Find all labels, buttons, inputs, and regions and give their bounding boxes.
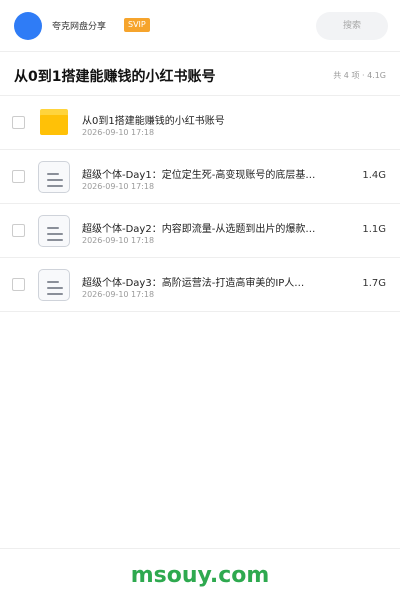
file-list: 从0到1搭建能赚钱的小红书账号 2026-09-10 17:18 超级个体-Da… — [0, 96, 400, 312]
watermark-text: msouy.com — [130, 563, 270, 588]
document-icon — [37, 268, 71, 302]
file-date: 2026-09-10 17:18 — [82, 128, 155, 137]
file-name[interactable]: 超级个体-Day2：内容即流量-从选题到出片的爆款… — [82, 220, 344, 235]
sharer-name: 夸克网盘分享 — [52, 22, 107, 32]
page-title: 从0到1搭建能赚钱的小红书账号 — [14, 69, 216, 85]
document-icon — [37, 160, 71, 194]
file-name[interactable]: 超级个体-Day1：定位定生死-高变现账号的底层基… — [82, 166, 344, 181]
file-date: 2026-09-10 17:18 — [82, 182, 155, 191]
svip-badge: SVIP — [124, 18, 150, 32]
file-date: 2026-09-10 17:18 — [82, 236, 155, 245]
share-title-bar: 从0到1搭建能赚钱的小红书账号 共 4 项 · 4.1G — [0, 52, 400, 96]
list-item[interactable]: 超级个体-Day1：定位定生死-高变现账号的底层基… 2026-09-10 17… — [0, 150, 400, 204]
list-item[interactable]: 超级个体-Day2：内容即流量-从选题到出片的爆款… 2026-09-10 17… — [0, 204, 400, 258]
file-name[interactable]: 超级个体-Day3：高阶运营法-打造高审美的IP人… — [82, 274, 344, 289]
file-size: 1.4G — [362, 170, 386, 181]
file-size: 1.1G — [362, 224, 386, 235]
row-checkbox[interactable] — [12, 170, 25, 183]
page-footer: msouy.com — [0, 548, 400, 600]
app-header: 夸克网盘分享 SVIP 搜索 — [0, 0, 400, 52]
search-input[interactable]: 搜索 — [316, 12, 388, 40]
list-item[interactable]: 超级个体-Day3：高阶运营法-打造高审美的IP人… 2026-09-10 17… — [0, 258, 400, 312]
file-size: 1.7G — [362, 278, 386, 289]
folder-icon — [37, 106, 71, 140]
document-icon — [37, 214, 71, 248]
list-item[interactable]: 从0到1搭建能赚钱的小红书账号 2026-09-10 17:18 — [0, 96, 400, 150]
file-name[interactable]: 从0到1搭建能赚钱的小红书账号 — [82, 112, 344, 127]
avatar[interactable] — [14, 12, 42, 40]
share-summary: 共 4 项 · 4.1G — [333, 71, 386, 80]
row-checkbox[interactable] — [12, 278, 25, 291]
row-checkbox[interactable] — [12, 224, 25, 237]
row-checkbox[interactable] — [12, 116, 25, 129]
file-date: 2026-09-10 17:18 — [82, 290, 155, 299]
